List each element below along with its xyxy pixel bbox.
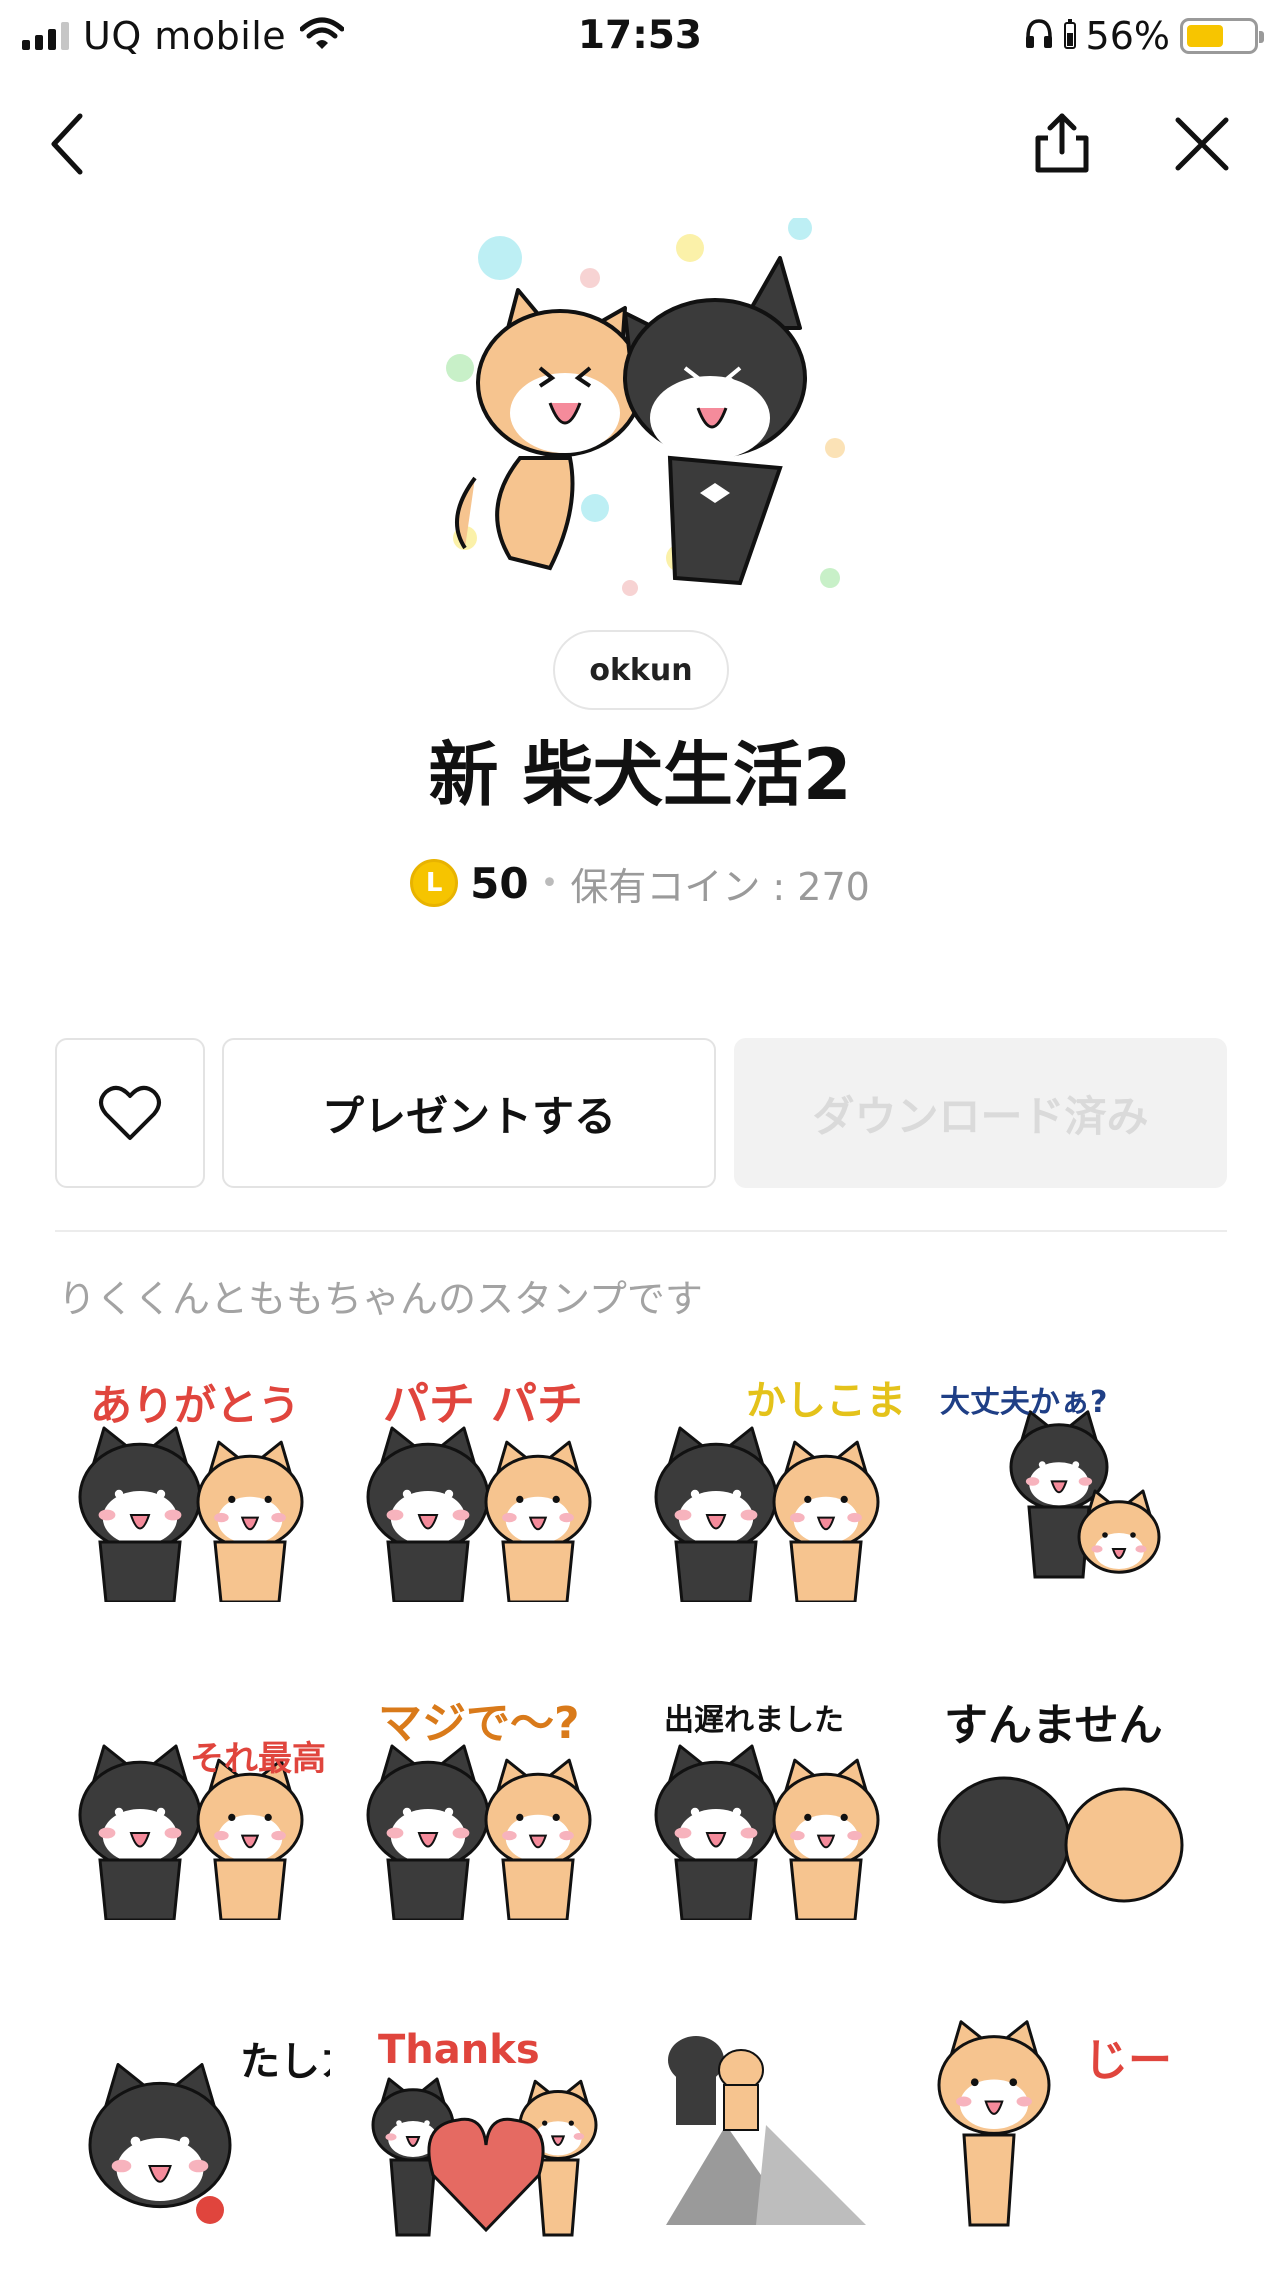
sticker-illustration: それ最高!!	[78, 1739, 330, 1920]
sticker-caption: かしこまり!	[746, 1378, 906, 1424]
sticker-caption: Thanks	[378, 2027, 540, 2073]
sticker-caption: じー	[1084, 2035, 1172, 2086]
sticker-item[interactable]: パチ パチ	[358, 1372, 618, 1602]
sticker-item[interactable]: マジで〜?	[358, 1690, 618, 1920]
sticker-caption: たしカニ	[240, 2039, 330, 2085]
sticker-item[interactable]	[646, 2015, 906, 2245]
sticker-illustration: すんません	[937, 1700, 1184, 1904]
sticker-illustration: ありがとう	[78, 1381, 304, 1602]
sticker-illustration: 出遅れました	[654, 1703, 880, 1920]
sticker-illustration: 大丈夫かぁ?	[940, 1385, 1161, 1579]
sticker-illustration: たしカニ	[88, 2039, 330, 2224]
sticker-caption: パチ パチ	[383, 1377, 583, 1431]
sticker-caption: マジで〜?	[378, 1698, 580, 1749]
sticker-item[interactable]: 出遅れました	[646, 1690, 906, 1920]
sticker-item[interactable]: Thanks	[358, 2015, 618, 2245]
sticker-item[interactable]: じー	[934, 2015, 1194, 2245]
sticker-illustration: パチ パチ	[366, 1377, 592, 1602]
sticker-item[interactable]: それ最高!!	[70, 1690, 330, 1920]
sticker-item[interactable]: ありがとう	[70, 1372, 330, 1602]
sticker-illustration: かしこまり!	[654, 1378, 906, 1602]
sticker-illustration: マジで〜?	[366, 1698, 592, 1920]
sticker-illustration: じー	[937, 2020, 1172, 2227]
sticker-caption: 出遅れました	[664, 1703, 844, 1738]
sticker-illustration	[666, 2036, 866, 2225]
sticker-illustration: Thanks	[371, 2027, 598, 2237]
sticker-item[interactable]: すんません	[934, 1690, 1194, 1920]
sticker-caption: 大丈夫かぁ?	[940, 1385, 1107, 1420]
sticker-grid: ありがとう パチ パチ かしこまり! 大丈夫かぁ?	[0, 0, 1280, 2277]
sticker-caption: すんません	[944, 1700, 1163, 1751]
sticker-item[interactable]: 大丈夫かぁ?	[934, 1372, 1194, 1602]
sticker-caption: ありがとう	[90, 1381, 300, 1430]
sticker-caption: それ最高!!	[190, 1739, 330, 1779]
sticker-item[interactable]: たしカニ	[70, 2015, 330, 2245]
sticker-item[interactable]: かしこまり!	[646, 1372, 906, 1602]
